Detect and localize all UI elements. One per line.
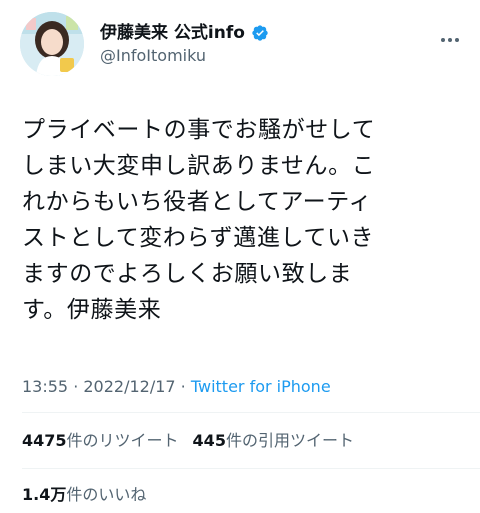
retweets-link[interactable]: 4475件のリツイート: [22, 431, 179, 450]
retweet-stats: 4475件のリツイート 445件の引用ツイート: [22, 430, 354, 452]
meta-separator: ·: [175, 377, 191, 396]
retweets-label: 件のリツイート: [66, 431, 179, 450]
avatar[interactable]: [20, 12, 84, 76]
tweet-header: 伊藤美来 公式info @InfoItomiku: [20, 12, 470, 76]
handle[interactable]: @InfoItomiku: [100, 45, 269, 67]
quotes-count: 445: [192, 431, 226, 450]
avatar-photo: [20, 12, 84, 76]
tweet-meta: 13:55 · 2022/12/17 · Twitter for iPhone: [22, 376, 331, 398]
quotes-label: 件の引用ツイート: [225, 431, 354, 450]
likes-label: 件のいいね: [66, 485, 147, 504]
retweets-count: 4475: [22, 431, 67, 450]
more-options-icon[interactable]: [438, 28, 462, 52]
likes-link[interactable]: 1.4万件のいいね: [22, 485, 146, 504]
divider: [22, 468, 480, 469]
divider: [22, 412, 480, 413]
display-name[interactable]: 伊藤美来 公式info: [100, 22, 269, 44]
display-name-text[interactable]: 伊藤美来 公式info: [100, 22, 245, 44]
tweet-time[interactable]: 13:55: [22, 377, 68, 396]
verified-badge-icon: [252, 25, 268, 41]
author-info[interactable]: 伊藤美来 公式info @InfoItomiku: [100, 22, 269, 67]
tweet-source[interactable]: Twitter for iPhone: [191, 377, 331, 396]
tweet-text: プライベートの事でお騒がせして しまい大変申し訳ありません。こ れからもいち役者…: [22, 117, 376, 323]
like-stats: 1.4万件のいいね: [22, 484, 146, 506]
meta-separator: ·: [68, 377, 84, 396]
likes-count: 1.4万: [22, 485, 67, 504]
tweet-date[interactable]: 2022/12/17: [83, 377, 175, 396]
quotes-link[interactable]: 445件の引用ツイート: [193, 431, 354, 450]
